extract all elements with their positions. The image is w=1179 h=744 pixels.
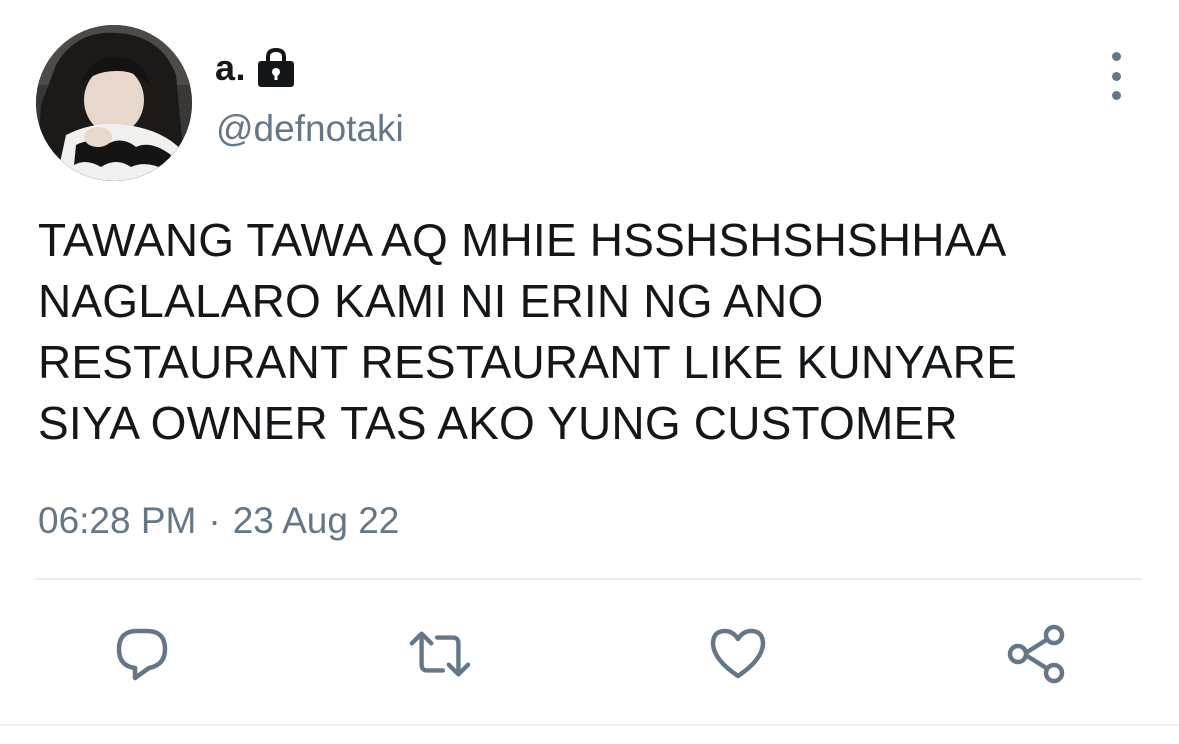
more-vertical-dot — [1111, 91, 1121, 100]
more-vertical-dot — [1111, 71, 1121, 81]
tweet-date: 23 Aug 22 — [232, 500, 400, 541]
user-name-row: a. — [215, 44, 296, 92]
bottom-divider — [0, 724, 1179, 726]
divider — [36, 578, 1142, 580]
avatar[interactable] — [36, 25, 192, 181]
heart-icon — [710, 628, 766, 679]
share-icon — [1007, 624, 1065, 684]
retweet-button[interactable] — [408, 622, 472, 686]
share-button[interactable] — [1004, 622, 1068, 686]
lock-icon — [256, 47, 296, 89]
tweet-time: 06:28 PM — [38, 500, 197, 541]
more-vertical-icon — [1111, 52, 1121, 61]
avatar-photo — [36, 25, 192, 181]
timestamp-separator: · — [208, 500, 221, 541]
user-handle[interactable]: @defnotaki — [216, 108, 404, 150]
display-name[interactable]: a. — [215, 47, 246, 89]
reply-button[interactable] — [110, 622, 174, 686]
reply-icon — [116, 628, 168, 681]
tweet-text: TAWANG TAWA AQ MHIE HSSHSHSHSHHAA NAGLAL… — [38, 214, 1017, 449]
more-options-button[interactable] — [1096, 52, 1136, 100]
tweet-timestamp[interactable]: 06:28 PM · 23 Aug 22 — [38, 500, 399, 542]
like-button[interactable] — [706, 622, 770, 686]
retweet-icon — [409, 631, 471, 677]
